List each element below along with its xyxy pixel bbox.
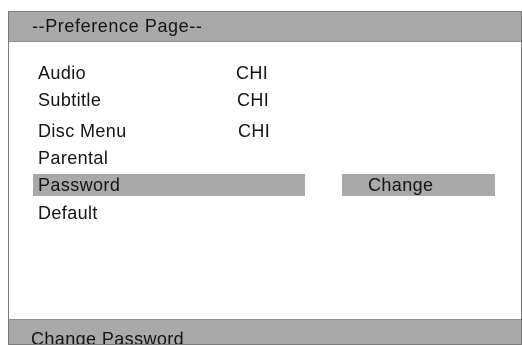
page-title: --Preference Page-- [32, 16, 203, 36]
preference-page-panel: --Preference Page-- Audio CHI Subtitle C… [8, 11, 522, 345]
status-text: Change Password [31, 329, 185, 345]
menu-item-label: Audio [38, 63, 87, 83]
menu-item-label: Default [38, 203, 98, 223]
title-bar: --Preference Page-- [9, 12, 521, 42]
menu-item-audio[interactable]: Audio CHI [9, 62, 521, 84]
change-option-label: Change [368, 175, 434, 195]
menu-item-label: Password [38, 175, 121, 195]
menu-item-value: CHI [238, 121, 271, 141]
menu-item-label: Disc Menu [38, 121, 127, 141]
menu-item-subtitle[interactable]: Subtitle CHI [9, 89, 521, 111]
menu-item-label: Parental [38, 148, 109, 168]
menu-item-default[interactable]: Default [9, 202, 521, 224]
menu-item-label: Subtitle [38, 90, 102, 110]
status-bar: Change Password [9, 319, 521, 345]
menu-item-value: CHI [236, 63, 269, 83]
change-password-option[interactable]: Change [342, 174, 495, 196]
menu-item-parental[interactable]: Parental [9, 147, 521, 169]
menu-item-disc-menu[interactable]: Disc Menu CHI [9, 120, 521, 142]
menu-item-value: CHI [237, 90, 270, 110]
menu-item-password[interactable]: Password Change [9, 174, 521, 196]
